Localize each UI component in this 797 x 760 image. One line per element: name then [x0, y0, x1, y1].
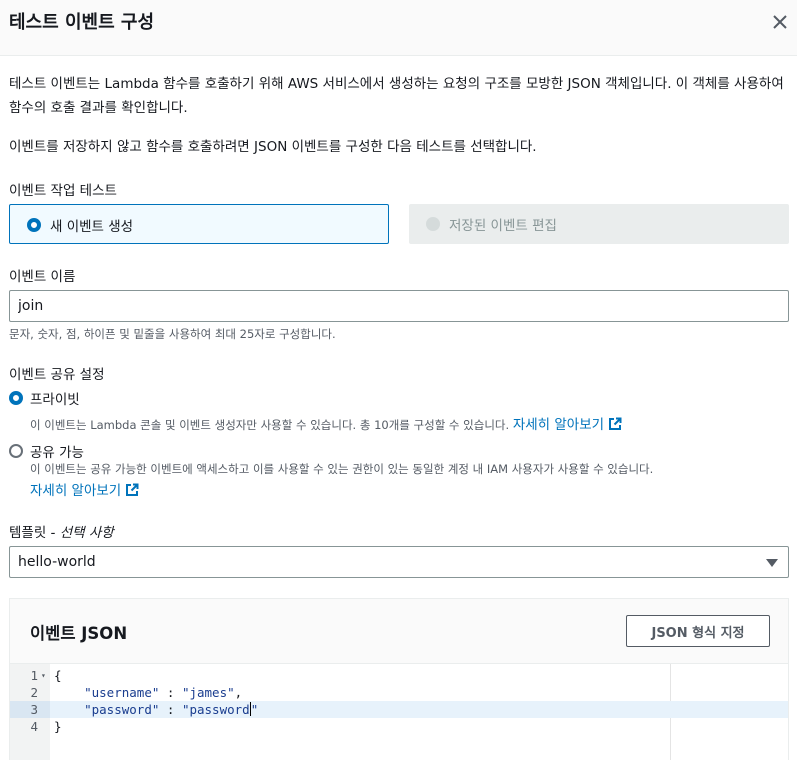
private-description: 이 이벤트는 Lambda 콘솔 및 이벤트 생성자만 사용할 수 있습니다. …	[30, 413, 622, 433]
format-json-button[interactable]: JSON 형식 지정	[626, 615, 770, 647]
template-select[interactable]: hello-world	[9, 546, 789, 578]
external-link-icon	[126, 483, 139, 496]
json-separator: :	[159, 685, 182, 700]
option-label: 새 이벤트 생성	[50, 219, 134, 235]
template-label: 템플릿 - 선택 사항	[9, 521, 114, 541]
shareable-description: 이 이벤트는 공유 가능한 이벤트에 액세스하고 이를 사용할 수 있는 권한이…	[30, 462, 654, 476]
line-number: 3	[10, 701, 50, 718]
json-separator: :	[159, 702, 182, 717]
option-label: 저장된 이벤트 편집	[449, 218, 557, 234]
shareable-learn-more-link[interactable]: 자세히 알아보기	[30, 483, 139, 499]
code-text: {	[54, 668, 62, 683]
code-text: }	[54, 719, 62, 734]
private-radio[interactable]	[9, 391, 23, 405]
description-text: 테스트 이벤트는 Lambda 함수를 호출하기 위해 AWS 서비스에서 생성…	[9, 76, 784, 116]
event-name-input[interactable]	[9, 290, 789, 322]
code-text: "username" : "james",	[54, 684, 242, 701]
template-label-text: 템플릿	[9, 525, 47, 541]
shareable-label: 공유 가능	[30, 445, 84, 461]
json-key: "password"	[84, 702, 160, 717]
modal-title: 테스트 이벤트 구성	[9, 12, 155, 33]
fold-arrow-icon[interactable]: ▾	[41, 667, 46, 684]
private-description-text: 이 이벤트는 Lambda 콘솔 및 이벤트 생성자만 사용할 수 있습니다. …	[30, 418, 510, 432]
radio-selected-indicator	[27, 218, 41, 232]
private-label: 프라이빗	[30, 392, 80, 408]
description-hint: 이벤트를 저장하지 않고 함수를 호출하려면 JSON 이벤트를 구성한 다음 …	[9, 139, 537, 155]
code-line: 4 }	[10, 718, 788, 735]
event-name-label: 이벤트 이름	[9, 269, 76, 285]
sharing-label: 이벤트 공유 설정	[9, 367, 105, 383]
private-learn-more-link[interactable]: 자세히 알아보기	[513, 417, 622, 433]
template-optional-text: - 선택 사항	[46, 525, 114, 541]
close-button[interactable]	[769, 11, 791, 33]
code-line-active: 3 "password" : "password"	[10, 701, 788, 718]
code-line: 1 ▾ {	[10, 667, 788, 684]
event-json-panel: 이벤트 JSON JSON 형식 지정 1 ▾ { 2 "username" :…	[9, 598, 789, 760]
radio-disabled-indicator	[426, 217, 440, 231]
option-edit-saved-event: 저장된 이벤트 편집	[409, 204, 789, 244]
link-text: 자세히 알아보기	[30, 483, 122, 499]
json-value: "james"	[181, 685, 235, 700]
event-json-title: 이벤트 JSON	[30, 624, 128, 643]
code-text: "password" : "password"	[54, 701, 258, 718]
option-create-new-event[interactable]: 새 이벤트 생성	[9, 204, 389, 244]
close-icon	[773, 15, 787, 29]
shareable-link-row: 자세히 알아보기	[30, 479, 139, 499]
link-text: 자세히 알아보기	[512, 417, 605, 433]
json-code-editor[interactable]: 1 ▾ { 2 "username" : "james", 3 "passwor…	[10, 663, 788, 760]
shareable-radio[interactable]	[9, 444, 23, 458]
line-number: 2	[30, 685, 38, 700]
event-name-hint: 문자, 숫자, 점, 하이픈 및 밑줄을 사용하여 최대 25자로 구성합니다.	[9, 327, 336, 341]
json-tail: ,	[234, 685, 243, 700]
json-value: "password	[181, 702, 250, 717]
code-line: 2 "username" : "james",	[10, 684, 788, 701]
json-key: "username"	[84, 685, 160, 700]
caret-down-icon	[766, 559, 778, 567]
line-number: 4	[30, 719, 38, 734]
external-link-icon	[609, 417, 622, 430]
modal-header: 테스트 이벤트 구성	[0, 0, 797, 56]
event-action-label: 이벤트 작업 테스트	[9, 183, 117, 199]
template-select-value: hello-world	[18, 554, 96, 570]
json-tail: "	[250, 702, 259, 717]
